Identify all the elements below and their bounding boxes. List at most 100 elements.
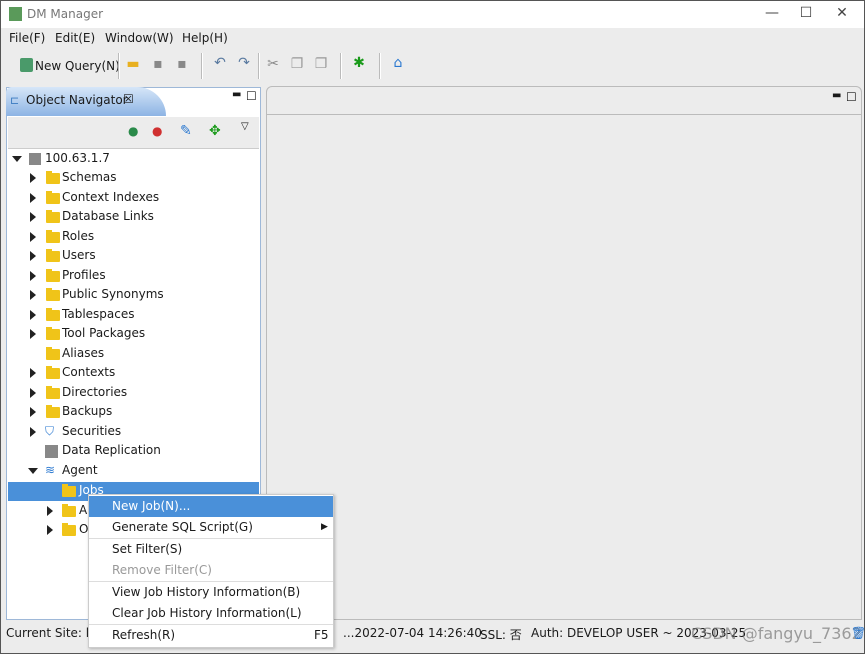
expand-arrow-icon[interactable] [30, 329, 36, 339]
folder-icon [46, 229, 60, 243]
expand-icon[interactable]: ✥ [209, 123, 221, 139]
server-icon [29, 153, 41, 165]
expand-arrow-icon[interactable] [30, 309, 36, 320]
window-title: DM Manager [27, 7, 104, 21]
close-button[interactable]: ✕ [827, 5, 857, 21]
tree-item-label: Users [62, 248, 96, 262]
folder-icon [46, 385, 60, 399]
menu-item[interactable]: Clear Job History Information(L) [89, 603, 333, 624]
menu-item-label: Refresh(R) [112, 628, 176, 642]
tree-item-label: Public Synonyms [62, 287, 164, 301]
close-tab-icon[interactable]: ☒ [123, 92, 134, 106]
menu-item[interactable]: Refresh(R) F5 [89, 625, 333, 646]
tab-label: Object Navigator [26, 93, 128, 107]
status-site: Current Site: lo [6, 626, 97, 640]
menu-item[interactable]: Set Filter(S) [89, 539, 333, 560]
expand-arrow-icon[interactable] [30, 426, 36, 437]
folder-icon [46, 210, 60, 223]
menu-item[interactable]: New Job(N)... [89, 496, 333, 517]
trash-icon[interactable]: 🗑 [851, 626, 865, 640]
layers-icon: ≋ [45, 462, 56, 477]
menu-item-label: Set Filter(S) [112, 542, 183, 556]
home-icon[interactable]: ⌂ [388, 55, 408, 71]
maximize-editor-icon[interactable]: ☐ [846, 90, 857, 104]
undo-icon[interactable]: ↶ [210, 55, 230, 71]
disconnect-icon[interactable]: ● [152, 124, 162, 138]
folder-icon [46, 366, 60, 379]
tree-item-label: Tool Packages [62, 326, 146, 340]
expand-arrow-icon[interactable] [30, 407, 36, 417]
menu-file[interactable]: File(F) [9, 31, 45, 45]
expand-arrow-icon[interactable] [30, 387, 36, 398]
view-menu-chevron-icon[interactable]: ▽ [241, 121, 249, 132]
title-bar: DM Manager — ☐ ✕ [1, 1, 864, 28]
minimize-button[interactable]: — [757, 5, 787, 21]
folder-icon [46, 268, 60, 282]
replication-icon [45, 445, 58, 458]
folder-icon [46, 190, 60, 204]
tree-item-label: Backups [62, 404, 113, 418]
expand-arrow-icon[interactable] [30, 212, 36, 222]
edit-icon[interactable]: ✎ [180, 123, 192, 139]
status-time: ...2022-07-04 14:26:40 [343, 626, 482, 640]
folder-icon [62, 484, 76, 497]
status-ssl: SSL: 否 [480, 628, 522, 642]
minimize-panel-icon[interactable]: ▬ [232, 89, 241, 100]
shield-icon: ⛉ [45, 423, 55, 438]
expand-arrow-icon[interactable] [47, 525, 53, 535]
menu-item[interactable]: View Job History Information(B) [89, 582, 333, 603]
expand-arrow-icon[interactable] [30, 368, 36, 378]
tree-item-label: Data Replication [62, 443, 161, 457]
debug-bug-icon[interactable]: ✱ [349, 55, 369, 71]
menu-item-label: Generate SQL Script(G) [112, 520, 253, 534]
folder-icon [46, 307, 60, 321]
folder-icon [46, 171, 60, 184]
expand-arrow-icon[interactable] [30, 192, 36, 203]
expand-arrow-icon[interactable] [30, 270, 36, 281]
redo-icon[interactable]: ↷ [234, 55, 254, 71]
expand-arrow-icon[interactable] [30, 290, 36, 300]
expand-arrow-icon[interactable] [30, 231, 36, 242]
app-icon [9, 7, 22, 21]
navigator-toolbar: ● ● ✎ ✥ ▽ [8, 117, 259, 149]
collapse-arrow-icon[interactable] [28, 467, 38, 474]
tree-item-label: A [79, 502, 88, 517]
folder-icon [62, 503, 76, 517]
editor-area: ▬ ☐ [266, 86, 862, 620]
context-menu: New Job(N)... Generate SQL Script(G) ▶ Set … [88, 494, 334, 648]
tree-item-label: Directories [62, 384, 128, 399]
folder-icon [46, 346, 60, 360]
menu-window[interactable]: Window(W) [105, 31, 174, 45]
menu-item-label: View Job History Information(B) [112, 585, 301, 599]
tree-item-label: Schemas [62, 170, 117, 184]
open-folder-icon[interactable]: ▬ [123, 56, 143, 72]
menu-bar: File(F) Edit(E) Window(W) Help(H) [1, 28, 864, 48]
folder-icon [46, 288, 60, 301]
menu-edit[interactable]: Edit(E) [55, 31, 95, 45]
folder-icon [62, 523, 76, 536]
navigator-icon: ⊏ [10, 94, 20, 107]
menu-help[interactable]: Help(H) [182, 31, 228, 45]
tab-object-navigator[interactable]: ⊏ Object Navigator ☒ [6, 87, 166, 116]
expand-arrow-icon[interactable] [30, 251, 36, 261]
paste-icon[interactable]: ❐ [311, 56, 331, 72]
save-icon[interactable]: ▪ [148, 56, 168, 72]
expand-arrow-icon[interactable] [47, 505, 53, 516]
new-query-button[interactable]: New Query(N) [35, 59, 120, 73]
root-label: 100.63.1.7 [45, 151, 110, 165]
menu-item-label: Remove Filter(C) [112, 563, 212, 577]
save-all-icon[interactable]: ▪ [172, 56, 192, 72]
menu-item-label: Clear Job History Information(L) [112, 606, 302, 620]
expand-arrow-icon[interactable] [30, 173, 36, 183]
tree-item-label: Profiles [62, 267, 106, 282]
cut-icon[interactable]: ✂ [263, 56, 283, 72]
tree-item-label: Agent [62, 462, 98, 477]
submenu-arrow-icon: ▶ [321, 522, 328, 532]
minimize-editor-icon[interactable]: ▬ [832, 90, 841, 101]
tree-item-label: Roles [62, 228, 95, 243]
menu-item[interactable]: Generate SQL Script(G) ▶ [89, 517, 333, 538]
connect-icon[interactable]: ● [128, 124, 138, 138]
copy-icon[interactable]: ❐ [287, 56, 307, 72]
maximize-panel-icon[interactable]: ☐ [246, 89, 257, 103]
maximize-button[interactable]: ☐ [791, 5, 821, 21]
